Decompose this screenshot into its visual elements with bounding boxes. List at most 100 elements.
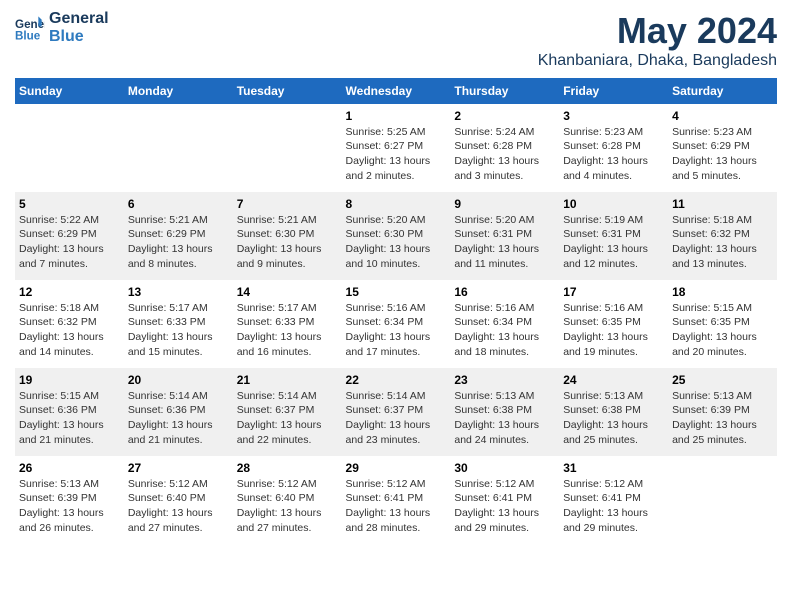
calendar-cell [233,104,342,192]
calendar-cell: 20Sunrise: 5:14 AM Sunset: 6:36 PM Dayli… [124,368,233,456]
calendar-cell: 21Sunrise: 5:14 AM Sunset: 6:37 PM Dayli… [233,368,342,456]
calendar-week-row: 1Sunrise: 5:25 AM Sunset: 6:27 PM Daylig… [15,104,777,192]
day-number: 28 [237,460,338,477]
calendar-cell: 18Sunrise: 5:15 AM Sunset: 6:35 PM Dayli… [668,280,777,368]
svg-text:Blue: Blue [15,30,41,43]
day-number: 9 [454,196,555,213]
day-info: Sunrise: 5:22 AM Sunset: 6:29 PM Dayligh… [19,213,120,272]
calendar-week-row: 19Sunrise: 5:15 AM Sunset: 6:36 PM Dayli… [15,368,777,456]
main-title: May 2024 [538,10,777,52]
day-number: 18 [672,284,773,301]
day-info: Sunrise: 5:12 AM Sunset: 6:41 PM Dayligh… [563,477,664,536]
day-number: 31 [563,460,664,477]
day-info: Sunrise: 5:20 AM Sunset: 6:31 PM Dayligh… [454,213,555,272]
calendar-week-row: 26Sunrise: 5:13 AM Sunset: 6:39 PM Dayli… [15,456,777,544]
calendar-cell: 5Sunrise: 5:22 AM Sunset: 6:29 PM Daylig… [15,192,124,280]
day-number: 15 [346,284,447,301]
calendar-cell: 26Sunrise: 5:13 AM Sunset: 6:39 PM Dayli… [15,456,124,544]
header-thursday: Thursday [450,78,559,104]
day-number: 14 [237,284,338,301]
calendar-cell: 1Sunrise: 5:25 AM Sunset: 6:27 PM Daylig… [342,104,451,192]
day-number: 6 [128,196,229,213]
header-tuesday: Tuesday [233,78,342,104]
calendar-cell: 2Sunrise: 5:24 AM Sunset: 6:28 PM Daylig… [450,104,559,192]
header: General Blue General Blue May 2024 Khanb… [15,10,777,70]
day-number: 10 [563,196,664,213]
day-number: 22 [346,372,447,389]
calendar-cell: 15Sunrise: 5:16 AM Sunset: 6:34 PM Dayli… [342,280,451,368]
logo-general: General [49,10,109,28]
logo-blue: Blue [49,28,109,46]
calendar-cell: 16Sunrise: 5:16 AM Sunset: 6:34 PM Dayli… [450,280,559,368]
day-number: 7 [237,196,338,213]
day-number: 2 [454,108,555,125]
day-number: 30 [454,460,555,477]
day-info: Sunrise: 5:23 AM Sunset: 6:29 PM Dayligh… [672,125,773,184]
header-friday: Friday [559,78,668,104]
calendar-cell [15,104,124,192]
day-info: Sunrise: 5:16 AM Sunset: 6:34 PM Dayligh… [346,301,447,360]
calendar-cell: 24Sunrise: 5:13 AM Sunset: 6:38 PM Dayli… [559,368,668,456]
calendar-week-row: 12Sunrise: 5:18 AM Sunset: 6:32 PM Dayli… [15,280,777,368]
calendar-cell: 17Sunrise: 5:16 AM Sunset: 6:35 PM Dayli… [559,280,668,368]
calendar-cell: 28Sunrise: 5:12 AM Sunset: 6:40 PM Dayli… [233,456,342,544]
day-number: 12 [19,284,120,301]
day-info: Sunrise: 5:13 AM Sunset: 6:38 PM Dayligh… [563,389,664,448]
calendar-cell: 30Sunrise: 5:12 AM Sunset: 6:41 PM Dayli… [450,456,559,544]
day-number: 3 [563,108,664,125]
day-number: 27 [128,460,229,477]
header-monday: Monday [124,78,233,104]
header-saturday: Saturday [668,78,777,104]
calendar-cell: 12Sunrise: 5:18 AM Sunset: 6:32 PM Dayli… [15,280,124,368]
calendar-cell: 7Sunrise: 5:21 AM Sunset: 6:30 PM Daylig… [233,192,342,280]
day-number: 4 [672,108,773,125]
day-number: 25 [672,372,773,389]
day-info: Sunrise: 5:23 AM Sunset: 6:28 PM Dayligh… [563,125,664,184]
calendar-cell: 22Sunrise: 5:14 AM Sunset: 6:37 PM Dayli… [342,368,451,456]
day-info: Sunrise: 5:13 AM Sunset: 6:39 PM Dayligh… [19,477,120,536]
day-info: Sunrise: 5:12 AM Sunset: 6:41 PM Dayligh… [346,477,447,536]
calendar-cell: 10Sunrise: 5:19 AM Sunset: 6:31 PM Dayli… [559,192,668,280]
day-number: 11 [672,196,773,213]
day-info: Sunrise: 5:24 AM Sunset: 6:28 PM Dayligh… [454,125,555,184]
day-number: 29 [346,460,447,477]
header-sunday: Sunday [15,78,124,104]
calendar-week-row: 5Sunrise: 5:22 AM Sunset: 6:29 PM Daylig… [15,192,777,280]
day-info: Sunrise: 5:14 AM Sunset: 6:37 PM Dayligh… [237,389,338,448]
calendar-cell: 29Sunrise: 5:12 AM Sunset: 6:41 PM Dayli… [342,456,451,544]
day-info: Sunrise: 5:19 AM Sunset: 6:31 PM Dayligh… [563,213,664,272]
calendar-cell: 6Sunrise: 5:21 AM Sunset: 6:29 PM Daylig… [124,192,233,280]
calendar-cell: 31Sunrise: 5:12 AM Sunset: 6:41 PM Dayli… [559,456,668,544]
calendar-cell: 14Sunrise: 5:17 AM Sunset: 6:33 PM Dayli… [233,280,342,368]
day-info: Sunrise: 5:15 AM Sunset: 6:35 PM Dayligh… [672,301,773,360]
day-number: 13 [128,284,229,301]
day-info: Sunrise: 5:20 AM Sunset: 6:30 PM Dayligh… [346,213,447,272]
day-info: Sunrise: 5:21 AM Sunset: 6:29 PM Dayligh… [128,213,229,272]
day-info: Sunrise: 5:18 AM Sunset: 6:32 PM Dayligh… [672,213,773,272]
calendar-cell: 19Sunrise: 5:15 AM Sunset: 6:36 PM Dayli… [15,368,124,456]
calendar-cell: 9Sunrise: 5:20 AM Sunset: 6:31 PM Daylig… [450,192,559,280]
calendar-table: SundayMondayTuesdayWednesdayThursdayFrid… [15,78,777,544]
day-info: Sunrise: 5:16 AM Sunset: 6:35 PM Dayligh… [563,301,664,360]
day-info: Sunrise: 5:21 AM Sunset: 6:30 PM Dayligh… [237,213,338,272]
day-number: 16 [454,284,555,301]
calendar-cell [668,456,777,544]
day-info: Sunrise: 5:17 AM Sunset: 6:33 PM Dayligh… [128,301,229,360]
logo-icon: General Blue [15,13,45,43]
day-number: 1 [346,108,447,125]
day-info: Sunrise: 5:16 AM Sunset: 6:34 PM Dayligh… [454,301,555,360]
day-info: Sunrise: 5:13 AM Sunset: 6:39 PM Dayligh… [672,389,773,448]
day-number: 19 [19,372,120,389]
day-info: Sunrise: 5:13 AM Sunset: 6:38 PM Dayligh… [454,389,555,448]
day-number: 20 [128,372,229,389]
logo: General Blue General Blue [15,10,109,46]
day-info: Sunrise: 5:12 AM Sunset: 6:41 PM Dayligh… [454,477,555,536]
calendar-cell: 23Sunrise: 5:13 AM Sunset: 6:38 PM Dayli… [450,368,559,456]
day-info: Sunrise: 5:12 AM Sunset: 6:40 PM Dayligh… [128,477,229,536]
day-number: 23 [454,372,555,389]
calendar-cell [124,104,233,192]
subtitle: Khanbaniara, Dhaka, Bangladesh [538,52,777,70]
title-area: May 2024 Khanbaniara, Dhaka, Bangladesh [538,10,777,70]
calendar-header-row: SundayMondayTuesdayWednesdayThursdayFrid… [15,78,777,104]
calendar-cell: 8Sunrise: 5:20 AM Sunset: 6:30 PM Daylig… [342,192,451,280]
